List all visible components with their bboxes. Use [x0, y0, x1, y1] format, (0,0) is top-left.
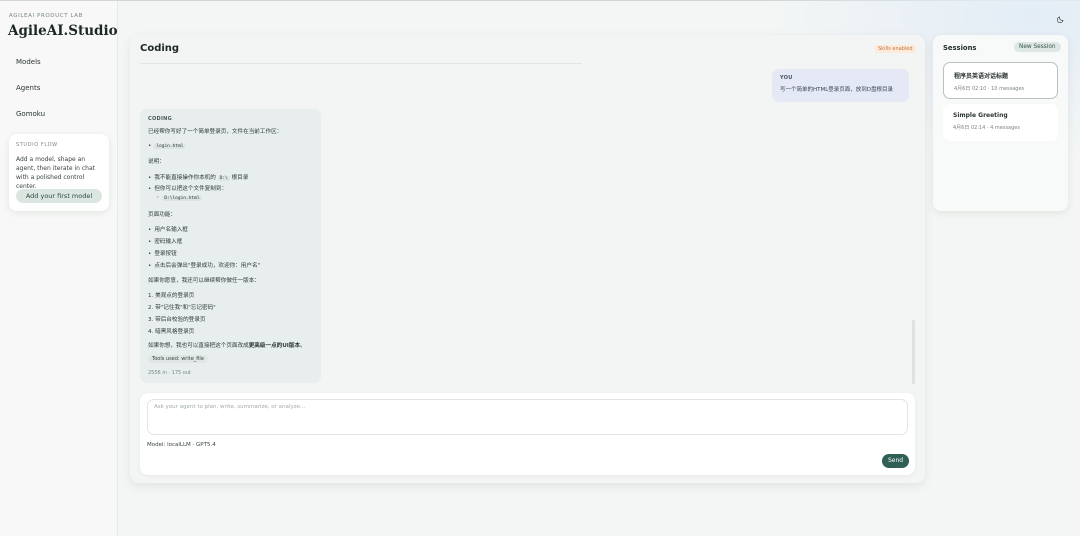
feature-item: 密码输入框	[148, 237, 182, 245]
session-item[interactable]: 程序员英语对话标题 4月6日 02:10 · 10 messages	[943, 62, 1058, 99]
copy-target-code: D:\login.html	[162, 196, 202, 201]
title-divider	[140, 63, 582, 64]
assistant-notes-title: 说明：	[148, 159, 165, 165]
new-session-button[interactable]: New Session	[1014, 42, 1061, 52]
note-1-suffix: 根目录	[231, 175, 249, 181]
assistant-versions-intro: 如果你愿意，我还可以继续帮你做任一版本：	[148, 278, 260, 284]
drive-path-code: D:\	[217, 176, 230, 181]
user-message-text: 写一个简单的HTML登录页面，放到D盘根目录	[780, 87, 894, 93]
studio-flow-text: Add a model, shape an agent, then iterat…	[16, 156, 96, 190]
studio-flow-card: STUDIO FLOW Add a model, shape an agent,…	[9, 134, 109, 211]
user-message: YOU 写一个简单的HTML登录页面，放到D盘根目录	[772, 69, 909, 102]
version-item: 3. 带后台校验的登录页	[148, 317, 206, 323]
nav-item-models[interactable]: Models	[16, 58, 41, 66]
theme-toggle-button[interactable]	[1054, 12, 1068, 26]
version-item: 4. 暗黑风格登录页	[148, 329, 195, 335]
moon-icon	[1057, 16, 1064, 23]
session-meta: 4月6日 02:14 · 4 messages	[953, 125, 1020, 131]
note-1-prefix: 我不能直接操作你本机的	[154, 175, 216, 181]
studio-flow-kicker: STUDIO FLOW	[16, 142, 58, 148]
assistant-closing: 如果你想，我也可以直接把这个页面改成更高级一点的UI版本。	[148, 341, 306, 349]
nav-item-gomoku[interactable]: Gomoku	[16, 110, 45, 118]
skills-badge: Skills enabled	[875, 45, 916, 53]
assistant-file-item: login.html	[148, 143, 186, 149]
version-item: 1. 美观点的登录页	[148, 293, 195, 299]
assistant-note-1: 我不能直接操作你本机的 D:\ 根目录	[148, 173, 248, 181]
sessions-panel: Sessions New Session 程序员英语对话标题 4月6日 02:1…	[933, 35, 1068, 211]
closing-bold: 更高级一点的UI版本	[248, 343, 301, 349]
chat-title: Coding	[140, 43, 180, 54]
message-input[interactable]: Ask your agent to plan, write, summarize…	[147, 399, 908, 435]
closing-suffix: 。	[300, 343, 306, 349]
token-usage: 2556 in · 175 out	[148, 370, 191, 376]
version-item: 2. 带"记住我"和"忘记密码"	[148, 305, 216, 311]
brand-kicker: AGILEAI PRODUCT LAB	[9, 13, 84, 19]
composer: Ask your agent to plan, write, summarize…	[140, 393, 915, 475]
add-first-model-button[interactable]: Add your first model	[16, 189, 102, 203]
nav-item-agents[interactable]: Agents	[16, 84, 40, 92]
sidebar: AGILEAI PRODUCT LAB AgileAI.Studio Model…	[0, 1, 118, 536]
model-label: Model: localLLM · GPT5.4	[147, 442, 216, 448]
assistant-message-author: CODING	[148, 116, 173, 122]
feature-item: 登录按钮	[148, 249, 176, 257]
assistant-note-2: 但你可以把这个文件复制到：	[148, 184, 227, 192]
session-meta: 4月6日 02:10 · 10 messages	[954, 86, 1025, 92]
chat-scrollbar[interactable]	[912, 320, 915, 384]
brand-title: AgileAI.Studio	[8, 23, 118, 39]
session-title: 程序员英语对话标题	[954, 73, 1009, 80]
assistant-message: CODING 已经帮你写好了一个简单登录页，文件在当前工作区： login.ht…	[140, 109, 321, 383]
assistant-copy-target: ◦ D:\login.html	[156, 195, 202, 201]
user-message-author: YOU	[780, 75, 793, 81]
file-name-code: login.html	[154, 144, 186, 149]
closing-prefix: 如果你想，我也可以直接把这个页面改成	[148, 343, 249, 349]
assistant-intro: 已经帮你写好了一个简单登录页，文件在当前工作区：	[148, 129, 283, 135]
sessions-title: Sessions	[943, 44, 977, 52]
chat-panel: Coding Skills enabled YOU 写一个简单的HTML登录页面…	[130, 35, 925, 483]
send-button[interactable]: Send	[882, 454, 909, 468]
session-title: Simple Greeting	[953, 112, 1008, 119]
feature-item: 用户名输入框	[148, 225, 188, 233]
feature-item: 点击后会弹出"登录成功，欢迎你：用户名"	[148, 261, 260, 269]
assistant-features-title: 页面功能：	[148, 212, 176, 218]
tools-used-chip: Tools used: write_file	[148, 355, 208, 363]
session-item[interactable]: Simple Greeting 4月6日 02:14 · 4 messages	[943, 104, 1058, 141]
